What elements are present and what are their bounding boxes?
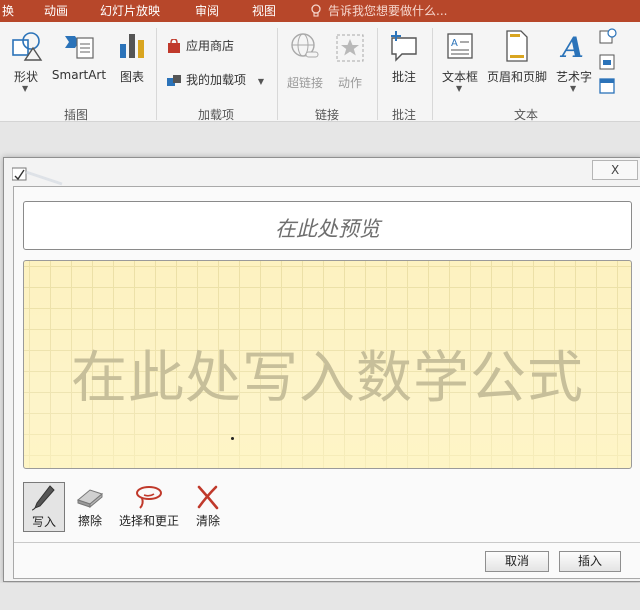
erase-tool-label: 擦除 xyxy=(77,514,102,528)
math-input-icon xyxy=(12,167,63,186)
write-tool-label: 写入 xyxy=(31,515,56,529)
write-tool-button[interactable]: 写入 xyxy=(23,482,65,532)
tab-review[interactable]: 审阅 xyxy=(195,3,219,19)
group-comments: 批注 xyxy=(392,108,417,122)
eraser-icon xyxy=(76,489,104,508)
workspace-gap xyxy=(0,123,640,155)
workspace-bottom xyxy=(0,583,640,610)
math-input-dialog: X 在此处预览 在此处写入数学公式 写入 擦除 选择和更正 清除 取消 插入 xyxy=(3,157,640,582)
smartart-label: SmartArt xyxy=(51,68,107,82)
group-illustrations: 插图 xyxy=(64,108,89,122)
svg-text:A: A xyxy=(451,38,458,49)
comment-label: 批注 xyxy=(391,70,416,84)
select-correct-tool-label: 选择和更正 xyxy=(118,514,179,528)
shapes-label: 形状 xyxy=(13,70,38,84)
smartart-button[interactable]: SmartArt xyxy=(48,28,110,98)
chevron-down-icon: ▼ xyxy=(570,84,577,93)
action-label: 动作 xyxy=(337,76,362,90)
close-icon: X xyxy=(611,163,620,177)
chevron-down-icon: ▼ xyxy=(257,77,264,86)
header-footer-button[interactable]: 页眉和页脚 xyxy=(484,28,550,98)
svg-text:A: A xyxy=(559,31,584,62)
tab-animations[interactable]: 动画 xyxy=(44,3,68,19)
pen-icon xyxy=(32,485,55,511)
slide-number-icon[interactable] xyxy=(599,54,617,70)
group-text: 文本 xyxy=(514,108,539,122)
dialog-content: 在此处预览 在此处写入数学公式 写入 擦除 选择和更正 清除 取消 插入 xyxy=(13,186,640,579)
tab-slideshow[interactable]: 幻灯片放映 xyxy=(100,3,160,19)
app-store-label: 应用商店 xyxy=(186,39,235,53)
clear-tool-label: 清除 xyxy=(195,514,220,528)
textbox-label: 文本框 xyxy=(441,70,478,84)
select-correct-tool-button[interactable]: 选择和更正 xyxy=(114,482,184,532)
date-time-icon[interactable] xyxy=(599,28,617,44)
object-icon[interactable] xyxy=(599,78,617,94)
chart-label: 图表 xyxy=(119,70,144,84)
globe-link-icon xyxy=(291,33,319,58)
wordart-label: 艺术字 xyxy=(555,70,592,84)
clear-tool-button[interactable]: 清除 xyxy=(190,482,226,532)
tab-transitions[interactable]: 换 xyxy=(2,3,14,19)
chevron-down-icon: ▼ xyxy=(456,84,463,93)
chart-icon xyxy=(120,34,144,58)
tab-view[interactable]: 视图 xyxy=(252,3,276,19)
tell-me-placeholder: 告诉我您想要做什么... xyxy=(328,4,448,18)
cancel-button[interactable]: 取消 xyxy=(485,551,549,572)
ribbon-insert: 形状 ▼ SmartArt 图表 插图 应用商店 我的加载项 ▼ 加载项 超链接… xyxy=(0,22,640,122)
erase-tool-button[interactable]: 擦除 xyxy=(70,482,110,532)
chart-button[interactable]: 图表 xyxy=(112,28,152,98)
close-button[interactable]: X xyxy=(592,160,638,180)
ribbon-tab-bar: 换 动画 幻灯片放映 审阅 视图 告诉我您想要做什么... xyxy=(0,0,640,22)
preview-text: 在此处预览 xyxy=(275,217,380,241)
chevron-down-icon: ▼ xyxy=(22,84,29,93)
insert-button[interactable]: 插入 xyxy=(559,551,621,572)
my-addins-label: 我的加载项 xyxy=(186,73,247,87)
wordart-icon: A xyxy=(559,31,584,62)
comment-icon xyxy=(391,31,417,62)
group-addins: 加载项 xyxy=(198,108,235,122)
smartart-icon xyxy=(65,36,94,59)
shapes-button[interactable]: 形状 ▼ xyxy=(4,28,48,98)
my-addins-button[interactable]: 我的加载项 ▼ xyxy=(166,72,264,90)
app-store-button[interactable]: 应用商店 xyxy=(166,38,234,54)
footer-divider xyxy=(14,542,640,543)
action-button[interactable]: 动作 xyxy=(330,28,370,98)
textbox-button[interactable]: A 文本框 ▼ xyxy=(438,28,482,98)
star-icon xyxy=(336,34,364,62)
preview-box: 在此处预览 xyxy=(23,201,632,250)
hyperlink-button[interactable]: 超链接 xyxy=(282,28,328,98)
group-links: 链接 xyxy=(315,108,340,122)
writing-placeholder: 在此处写入数学公式 xyxy=(71,346,584,411)
textbox-icon: A xyxy=(447,33,473,59)
store-bag-icon xyxy=(168,39,180,53)
lasso-icon xyxy=(136,486,162,509)
addins-icon xyxy=(167,75,181,86)
shapes-icon xyxy=(12,32,43,61)
comment-button[interactable]: 批注 xyxy=(382,28,426,98)
clear-x-icon xyxy=(197,485,219,510)
cursor-dot xyxy=(231,437,234,440)
hyperlink-label: 超链接 xyxy=(286,76,323,90)
header-footer-label: 页眉和页脚 xyxy=(486,70,547,84)
tell-me-box[interactable]: 告诉我您想要做什么... xyxy=(310,3,447,19)
wordart-button[interactable]: A 艺术字 ▼ xyxy=(552,28,596,98)
writing-area[interactable]: 在此处写入数学公式 xyxy=(23,260,632,469)
lightbulb-icon xyxy=(311,4,321,17)
header-footer-icon xyxy=(506,30,528,62)
